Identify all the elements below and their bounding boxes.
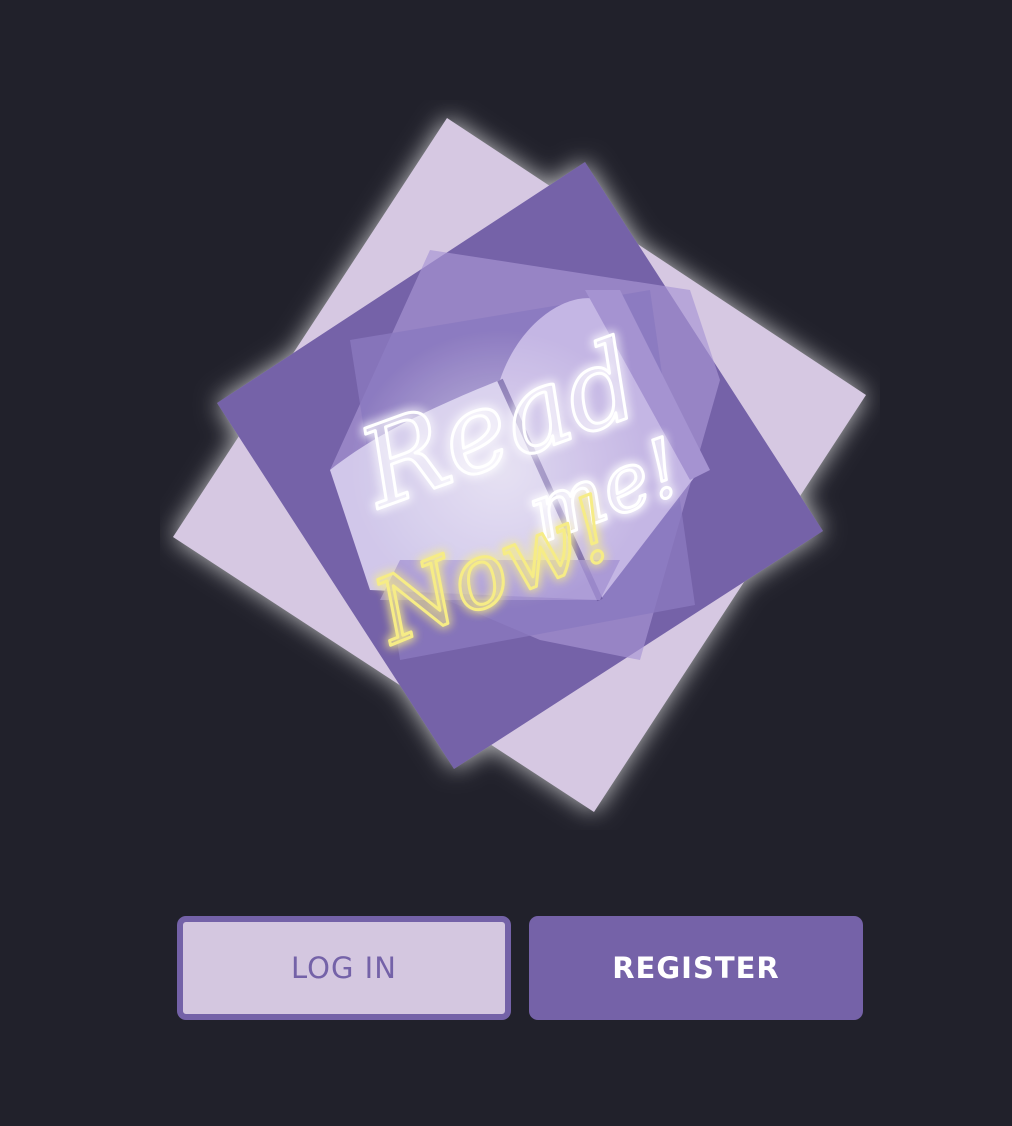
login-button-label: LOG IN <box>291 951 397 985</box>
register-button[interactable]: REGISTER <box>529 916 863 1020</box>
app-logo: Read me! Now! <box>160 100 880 830</box>
auth-actions: LOG IN REGISTER <box>177 916 863 1020</box>
register-button-label: REGISTER <box>612 951 780 985</box>
login-button[interactable]: LOG IN <box>177 916 511 1020</box>
